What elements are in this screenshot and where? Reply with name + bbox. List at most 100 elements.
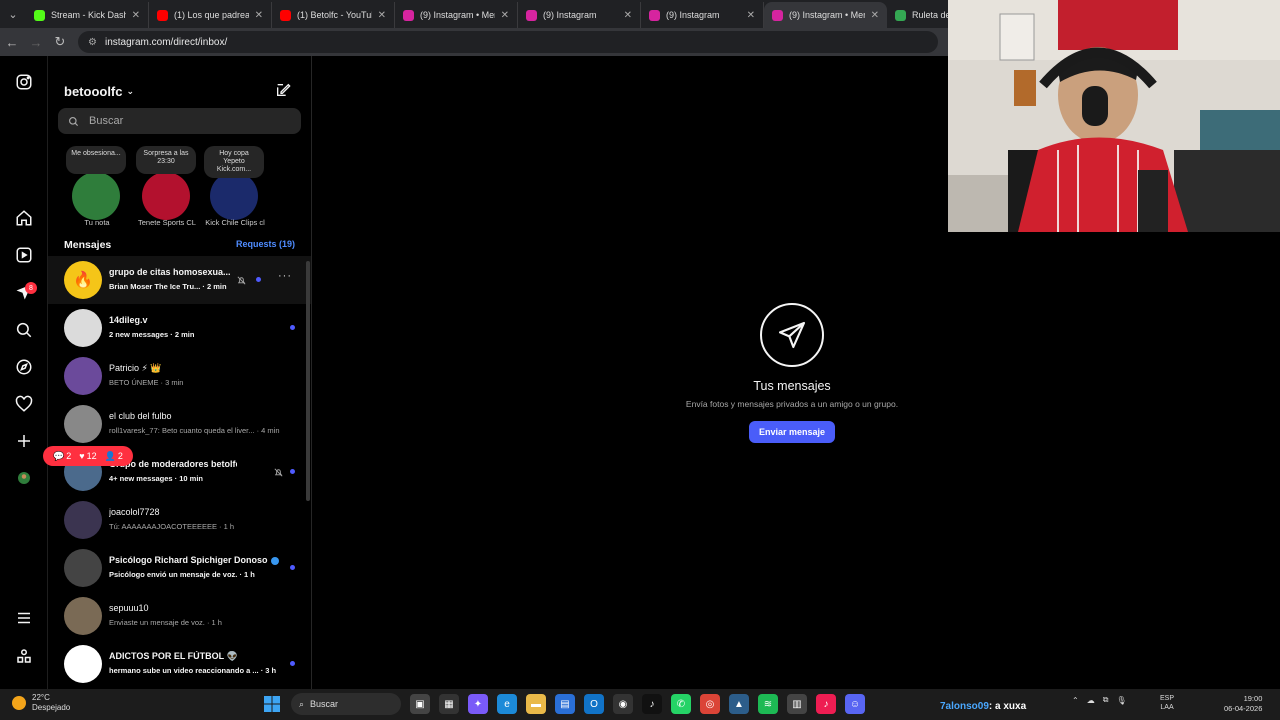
thread-item[interactable]: Psicólogo Richard Spichiger Donoso Psicól… <box>48 544 311 592</box>
app-icon[interactable]: ▲ <box>729 694 749 714</box>
profile-avatar[interactable] <box>14 468 34 488</box>
reload-icon[interactable]: ↻ <box>48 30 72 54</box>
note-name: Kick Chile Clips cl <box>205 218 265 227</box>
webcam-overlay <box>948 0 1280 232</box>
browser-tab[interactable]: (9) Instagram • Mens ✕ <box>395 2 518 28</box>
webcam-picture <box>948 0 1280 232</box>
close-tab-icon[interactable]: ✕ <box>378 10 386 21</box>
browser-tab[interactable]: Stream - Kick Dashbo ✕ <box>26 2 149 28</box>
requests-link[interactable]: Requests (19) <box>236 239 295 249</box>
threads-apps-icon[interactable] <box>14 646 34 666</box>
forward-icon[interactable]: → <box>24 30 48 54</box>
compose-icon[interactable] <box>275 82 291 98</box>
thread-item[interactable]: 14dileg.v 2 new messages · 2 min <box>48 304 311 352</box>
thread-item[interactable]: 🔥 grupo de citas homosexua... Brian Moser … <box>48 256 311 304</box>
send-message-button[interactable]: Enviar mensaje <box>748 421 836 443</box>
back-icon[interactable]: ← <box>0 30 24 54</box>
browser-tab[interactable]: (1) Los que padrearon ✕ <box>149 2 272 28</box>
obs-icon[interactable]: ◉ <box>613 694 633 714</box>
close-tab-icon[interactable]: ✕ <box>871 10 879 21</box>
scrollbar[interactable] <box>306 261 310 501</box>
tab-search-button[interactable]: ⌄ <box>0 0 26 28</box>
muted-bell-icon <box>236 273 247 285</box>
thread-name: Patricio ⚡ 👑 <box>109 363 162 373</box>
browser-tab[interactable]: (1) Betolfc - YouTube ✕ <box>272 2 395 28</box>
note-item[interactable]: Sorpresa a las 23:30 Tenete Sports CL <box>128 146 198 232</box>
note-item[interactable]: Hoy copa Yepeto Kick.com... Kick Chile Cl… <box>196 146 266 232</box>
tiktok-icon[interactable]: ♪ <box>642 694 662 714</box>
thread-name: Psicólogo Richard Spichiger Donoso <box>109 555 268 565</box>
copilot-icon[interactable]: ✦ <box>468 694 488 714</box>
instagram-logo-icon[interactable] <box>14 72 34 92</box>
thread-avatar <box>64 309 102 347</box>
unread-dot <box>290 469 295 474</box>
language-indicator[interactable]: ESP LAA <box>1160 694 1174 712</box>
note-name: Tenete Sports CL <box>138 218 196 227</box>
store-icon[interactable]: ▤ <box>555 694 575 714</box>
temperature: 22°C <box>32 693 50 702</box>
chevron-up-icon[interactable]: ⌃ <box>1072 696 1079 705</box>
file-explorer-icon[interactable]: ▬ <box>526 694 546 714</box>
menu-icon[interactable] <box>14 608 34 628</box>
more-options-icon[interactable]: ··· <box>278 270 292 282</box>
search-icon[interactable] <box>14 320 34 340</box>
close-tab-icon[interactable]: ✕ <box>501 10 509 21</box>
close-tab-icon[interactable]: ✕ <box>624 10 632 21</box>
clock-date: 06-04-2026 <box>1224 704 1263 713</box>
close-tab-icon[interactable]: ✕ <box>132 10 140 21</box>
thread-preview: Enviaste un mensaje de voz. · 1 h <box>109 618 222 627</box>
discord-icon[interactable]: ☺ <box>845 694 865 714</box>
lang-top: ESP <box>1160 695 1175 702</box>
thread-item[interactable]: ADICTOS POR EL FÚTBOL 👽 ⚽ 🔥 hermano sube … <box>48 640 311 688</box>
reels-icon[interactable] <box>14 245 34 265</box>
clock[interactable]: 19:00 06-04-2026 <box>1224 694 1262 714</box>
clock-time: 19:00 <box>1243 694 1263 703</box>
mic-icon[interactable]: 🎙 <box>1116 696 1126 705</box>
browser-tab[interactable]: (9) Instagram • Mens ✕ <box>764 2 887 28</box>
edge-icon[interactable]: e <box>497 694 517 714</box>
thread-preview: hermano sube un video reaccionando a ...… <box>109 666 277 675</box>
screen: ⌄ Stream - Kick Dashbo✕(1) Los que padre… <box>0 0 1280 720</box>
whatsapp-icon[interactable]: ✆ <box>671 694 691 714</box>
thread-item[interactable]: Patricio ⚡ 👑 BETO ÚNEME · 3 min <box>48 352 311 400</box>
task-view-icon[interactable]: ▣ <box>410 694 430 714</box>
thread-name: sepuuu10 <box>109 603 149 613</box>
windows-start-icon[interactable] <box>262 694 282 714</box>
close-tab-icon[interactable]: ✕ <box>255 10 263 21</box>
onedrive-icon[interactable]: ☁ <box>1087 696 1095 705</box>
search-input[interactable]: Buscar <box>58 108 301 134</box>
thread-item[interactable]: sepuuu10 Enviaste un mensaje de voz. · 1 … <box>48 592 311 640</box>
messages-heading: Mensajes <box>64 239 112 251</box>
thread-preview: 4+ new messages · 10 min <box>109 474 204 483</box>
tiktok-live-icon[interactable]: ♪ <box>816 694 836 714</box>
close-tab-icon[interactable]: ✕ <box>747 10 755 21</box>
app2-icon[interactable]: ▥ <box>787 694 807 714</box>
browser-tab[interactable]: (9) Instagram ✕ <box>641 2 764 28</box>
thread-name: joacolol7728 <box>109 507 160 517</box>
note-item[interactable]: Me obsesiona... Tu nota <box>58 146 128 232</box>
explore-icon[interactable] <box>14 357 34 377</box>
instagram-icon <box>772 9 783 21</box>
spotify-icon[interactable]: ≋ <box>758 694 778 714</box>
chrome-icon[interactable]: ◎ <box>700 694 720 714</box>
thread-name: 14dileg.v <box>109 315 148 325</box>
taskbar-search[interactable]: ⌕ Buscar <box>291 693 401 715</box>
site-info-icon[interactable]: ⚙ <box>88 37 97 48</box>
network-icon[interactable]: ⧉ <box>1103 695 1109 705</box>
home-icon[interactable] <box>14 208 34 228</box>
weather-widget[interactable]: 22°C Despejado <box>12 693 70 713</box>
taskbar-apps: ⌕ Buscar ▣ ▦ ✦ e ▬ ▤ O ◉ ♪ ✆ ◎ ▲ ≋ ▥ ♪ ☺ <box>262 693 865 715</box>
widgets-icon[interactable]: ▦ <box>439 694 459 714</box>
thread-preview: Tú: AAAAAAAJOACOTEEEEEE · 1 h <box>109 522 235 531</box>
thread-avatar <box>64 501 102 539</box>
browser-tab[interactable]: (9) Instagram ✕ <box>518 2 641 28</box>
outlook-icon[interactable]: O <box>584 694 604 714</box>
heart-icon[interactable] <box>14 394 34 414</box>
thread-item[interactable]: el club del fulbo roll1varesk_77: Beto cu… <box>48 400 311 448</box>
comment-icon: 💬 <box>53 450 65 461</box>
youtube-icon <box>157 9 168 21</box>
create-icon[interactable] <box>14 431 34 451</box>
thread-item[interactable]: joacolol7728 Tú: AAAAAAAJOACOTEEEEEE · 1 … <box>48 496 311 544</box>
address-bar[interactable]: ⚙ instagram.com/direct/inbox/ <box>78 31 938 53</box>
account-switcher[interactable]: betooolfc ⌄ <box>64 84 134 99</box>
